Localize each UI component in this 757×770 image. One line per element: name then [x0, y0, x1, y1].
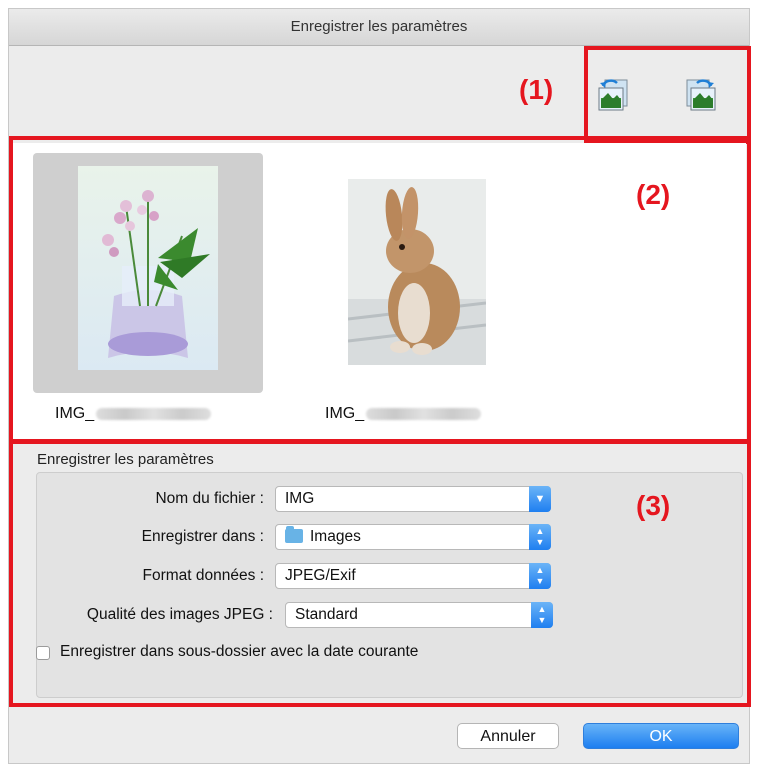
- thumbnail-item-1[interactable]: IMG_: [33, 153, 263, 422]
- callout-2: (2): [636, 179, 671, 210]
- ok-button[interactable]: OK: [583, 723, 739, 749]
- dialog-title: Enregistrer les paramètres: [9, 9, 749, 46]
- thumbnail-item-2[interactable]: IMG_: [303, 153, 533, 422]
- flowers-in-vase-image: [78, 166, 218, 370]
- rabbit-image: [348, 179, 486, 365]
- thumbnail-caption: IMG_: [55, 405, 212, 423]
- save-settings-dialog: Enregistrer les paramètres (1) (2) IMG_ …: [8, 8, 751, 764]
- rotate-left-icon: [598, 79, 628, 111]
- rotate-right-icon: [686, 79, 716, 111]
- thumbnail-caption: IMG_: [325, 405, 482, 423]
- toolbar: (1): [9, 46, 751, 144]
- rotate-right-button[interactable]: [681, 76, 721, 116]
- highlight-box-3: [9, 439, 751, 707]
- redacted-filename: [96, 407, 212, 420]
- image-gallery: (2) IMG_ IMG_: [13, 143, 746, 441]
- cancel-button[interactable]: Annuler: [457, 723, 559, 749]
- redacted-filename: [366, 407, 482, 420]
- callout-1: (1): [519, 74, 554, 105]
- rotate-left-button[interactable]: [593, 76, 633, 116]
